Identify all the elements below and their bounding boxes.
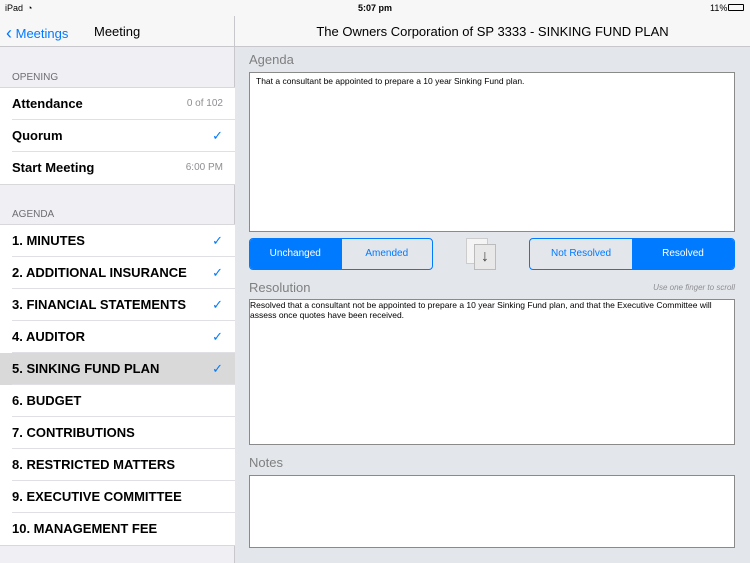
sidebar-item-value: 0 of 102 <box>186 98 223 109</box>
agenda-label: Agenda <box>249 52 294 67</box>
sidebar-item-label: Start Meeting <box>12 160 95 175</box>
notes-label: Notes <box>249 455 283 470</box>
detail-panel: Agenda That a consultant be appointed to… <box>235 47 750 563</box>
sidebar: OPENING Attendance 0 of 102 Quorum ✓ Start M… <box>0 47 235 563</box>
page-title: The Owners Corporation of SP 3333 - SINK… <box>316 24 669 39</box>
checkmark-icon: ✓ <box>212 265 223 280</box>
sidebar-item[interactable]: Start Meeting 6:00 PM <box>0 152 235 184</box>
section-header-agenda: AGENDA <box>12 209 55 220</box>
sidebar-item-label: 5. SINKING FUND PLAN <box>12 361 160 376</box>
checkmark-icon: ✓ <box>212 361 223 376</box>
sidebar-item-label: 7. CONTRIBUTIONS <box>12 425 135 440</box>
divider <box>234 16 235 47</box>
sidebar-item[interactable]: 7. CONTRIBUTIONS <box>0 417 235 449</box>
sidebar-item[interactable]: Quorum ✓ <box>0 120 235 152</box>
sidebar-item-label: 9. EXECUTIVE COMMITTEE <box>12 489 182 504</box>
sidebar-item[interactable]: 5. SINKING FUND PLAN ✓ <box>0 353 235 385</box>
status-bar: iPad ◔ 5:07 pm 11% <box>0 0 750 16</box>
notes-textarea[interactable] <box>249 475 735 548</box>
resolution-label: Resolution <box>249 280 311 295</box>
resolution-textarea[interactable]: Resolved that a consultant not be appoin… <box>249 299 735 445</box>
sidebar-item[interactable]: Attendance 0 of 102 <box>0 88 235 120</box>
checkmark-icon: ✓ <box>212 297 223 312</box>
sidebar-item[interactable]: 6. BUDGET <box>0 385 235 417</box>
sidebar-item[interactable]: 4. AUDITOR ✓ <box>0 321 235 353</box>
resolved-segment[interactable]: Resolved <box>632 239 734 269</box>
chevron-left-icon: ‹ <box>6 23 12 43</box>
sidebar-item-label: 6. BUDGET <box>12 393 82 408</box>
amended-segment[interactable]: Amended <box>340 239 433 269</box>
sidebar-item-label: Quorum <box>12 128 63 143</box>
sidebar-item-label: 3. FINANCIAL STATEMENTS <box>12 297 187 312</box>
sidebar-item-label: 8. RESTRICTED MATTERS <box>12 457 175 472</box>
checkmark-icon: ✓ <box>212 128 223 143</box>
sidebar-item-label: 1. MINUTES <box>12 233 85 248</box>
checkmark-icon: ✓ <box>212 329 223 344</box>
sidebar-item[interactable]: 9. EXECUTIVE COMMITTEE <box>0 481 235 513</box>
resolution-segmented-control: Not Resolved Resolved <box>529 238 735 270</box>
sidebar-item[interactable]: 8. RESTRICTED MATTERS <box>0 449 235 481</box>
sidebar-item[interactable]: 1. MINUTES ✓ <box>0 225 235 257</box>
sidebar-item[interactable]: 10. MANAGEMENT FEE <box>0 513 235 545</box>
sidebar-item[interactable]: 2. ADDITIONAL INSURANCE ✓ <box>0 257 235 289</box>
battery-percent: 11% <box>710 3 728 13</box>
battery-icon <box>728 4 744 11</box>
unchanged-segment[interactable]: Unchanged <box>250 239 341 269</box>
nav-bar: ‹ Meetings Meeting The Owners Corporatio… <box>0 16 750 47</box>
scroll-hint: Use one finger to scroll <box>653 283 735 292</box>
sidebar-item-label: 10. MANAGEMENT FEE <box>12 521 158 536</box>
sidebar-item-label: 4. AUDITOR <box>12 329 85 344</box>
sidebar-item-label: 2. ADDITIONAL INSURANCE <box>12 265 187 280</box>
not-resolved-segment[interactable]: Not Resolved <box>530 239 632 269</box>
sidebar-item[interactable]: 3. FINANCIAL STATEMENTS ✓ <box>0 289 235 321</box>
amendment-segmented-control: Unchanged Amended <box>249 238 433 270</box>
wifi-icon: ◔ <box>27 3 33 13</box>
clock: 5:07 pm <box>358 3 393 13</box>
back-button[interactable]: ‹ Meetings <box>6 22 68 43</box>
agenda-textarea[interactable]: That a consultant be appointed to prepar… <box>249 72 735 232</box>
sidebar-title: Meeting <box>94 24 141 39</box>
section-header-opening: OPENING <box>12 72 59 83</box>
checkmark-icon: ✓ <box>212 233 223 248</box>
agenda-list: 1. MINUTES ✓ 2. ADDITIONAL INSURANCE ✓ 3. FI… <box>0 224 235 546</box>
opening-list: Attendance 0 of 102 Quorum ✓ Start Meeting 6:… <box>0 87 235 185</box>
back-label: Meetings <box>15 26 69 41</box>
sidebar-item-label: Attendance <box>12 96 83 111</box>
sidebar-item-value: 6:00 PM <box>185 162 223 173</box>
device-label: iPad <box>5 3 24 13</box>
copy-down-icon[interactable]: ↓ <box>466 238 498 270</box>
